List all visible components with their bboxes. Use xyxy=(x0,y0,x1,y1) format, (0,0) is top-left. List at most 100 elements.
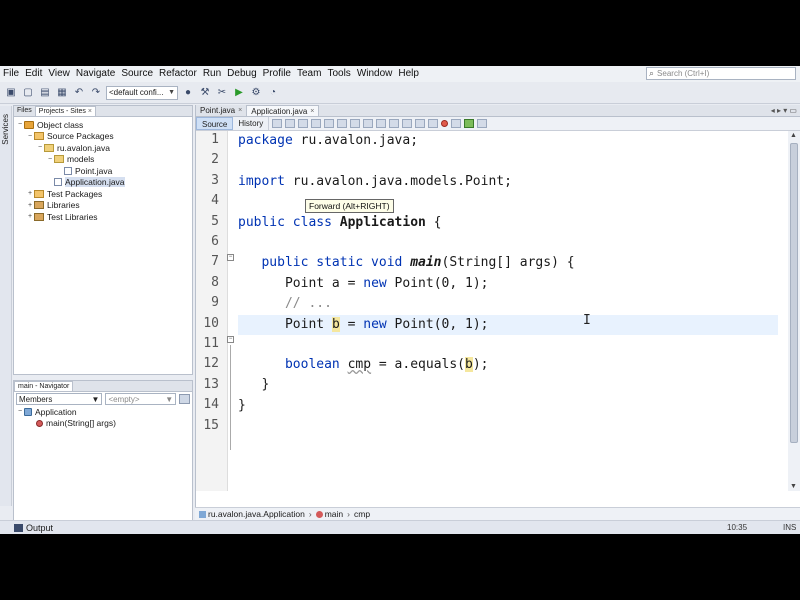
chevron-down-icon: ▼ xyxy=(168,89,175,96)
members-select[interactable]: Members ▼ xyxy=(16,393,103,405)
menu-view[interactable]: View xyxy=(45,66,73,82)
new-file-icon[interactable]: ▢ xyxy=(21,86,35,100)
toggle-bookmark-icon[interactable] xyxy=(402,119,413,128)
output-button[interactable]: Output xyxy=(0,523,53,533)
menu-profile[interactable]: Profile xyxy=(260,66,294,82)
line-number: 4 xyxy=(211,193,219,209)
filter-select[interactable]: <empty> ▼ xyxy=(105,393,177,405)
menu-source[interactable]: Source xyxy=(118,66,156,82)
collapse-icon[interactable]: − xyxy=(36,144,44,151)
menu-run[interactable]: Run xyxy=(200,66,224,82)
tree-item[interactable]: Point.java xyxy=(14,165,192,177)
menu-refactor[interactable]: Refactor xyxy=(156,66,200,82)
menu-window[interactable]: Window xyxy=(354,66,396,82)
stop-macro-icon[interactable] xyxy=(451,119,462,128)
clean-build-icon[interactable]: ✂ xyxy=(215,86,229,100)
shift-left-icon[interactable] xyxy=(415,119,426,128)
tree-item[interactable]: main(String[] args) xyxy=(14,418,192,430)
source-view-button[interactable]: Source xyxy=(196,117,234,130)
tree-item[interactable]: Application.java xyxy=(14,177,192,189)
tab-application-java-label: Application.java xyxy=(251,106,308,116)
tree-item[interactable]: − Application xyxy=(14,406,192,418)
search-placeholder: Search (Ctrl+I) xyxy=(657,69,710,78)
filter-value: <empty> xyxy=(108,394,140,404)
tree-item[interactable]: + Libraries xyxy=(14,200,192,212)
line-number: 6 xyxy=(211,234,219,249)
tab-files[interactable]: Files xyxy=(14,106,35,116)
collapse-icon[interactable]: − xyxy=(26,133,34,140)
tree-item[interactable]: − Object class xyxy=(14,119,192,131)
tab-controls-icon[interactable]: ◂ ▸ ▾ ▭ xyxy=(771,106,797,115)
navigator-title[interactable]: main - Navigator xyxy=(14,381,74,391)
toggle-selection-icon[interactable] xyxy=(363,119,374,128)
tab-projects[interactable]: Projects - Sites × xyxy=(34,106,96,116)
close-icon[interactable]: × xyxy=(88,108,92,115)
scroll-thumb[interactable] xyxy=(790,143,798,443)
menu-edit[interactable]: Edit xyxy=(22,66,45,82)
debug-icon[interactable]: ⚙ xyxy=(249,86,263,100)
insert-mode: INS xyxy=(783,523,797,532)
expand-icon[interactable]: + xyxy=(26,202,34,209)
comment-icon[interactable] xyxy=(464,119,475,128)
close-icon[interactable]: × xyxy=(238,105,242,116)
tree-item[interactable]: − Source Packages xyxy=(14,131,192,143)
menu-navigate[interactable]: Navigate xyxy=(73,66,118,82)
tree-item[interactable]: + Test Libraries xyxy=(14,211,192,223)
run-icon[interactable]: ▶ xyxy=(232,86,246,100)
open-project-icon[interactable]: ▤ xyxy=(38,86,52,100)
breadcrumb-method[interactable]: main xyxy=(315,509,343,519)
menu-debug[interactable]: Debug xyxy=(224,66,259,82)
new-project-icon[interactable]: ▣ xyxy=(4,86,18,100)
build-icon[interactable]: ⚒ xyxy=(198,86,212,100)
line-number-gutter: 1 2 3 4 5 6 7 8 9 10 11 12 13 14 15 xyxy=(196,131,228,491)
tree-item-label: Point.java xyxy=(75,165,113,176)
collapse-icon[interactable]: − xyxy=(46,156,54,163)
tree-item[interactable]: − ru.avalon.java xyxy=(14,142,192,154)
collapse-icon[interactable]: − xyxy=(16,408,24,415)
next-bookmark-icon[interactable] xyxy=(389,119,400,128)
uncomment-icon[interactable] xyxy=(477,119,488,128)
menu-tools[interactable]: Tools xyxy=(324,66,353,82)
shift-right-icon[interactable] xyxy=(428,119,439,128)
menu-file[interactable]: File xyxy=(0,66,22,82)
toggle-highlight-icon[interactable] xyxy=(350,119,361,128)
fold-main-icon[interactable]: − xyxy=(227,336,234,343)
expand-icon[interactable]: + xyxy=(26,190,34,197)
profile-icon[interactable]: ◔ xyxy=(266,86,280,100)
expand-icon[interactable]: + xyxy=(26,213,34,220)
search-icon: ⌕ xyxy=(649,68,655,78)
scroll-up-icon[interactable]: ▲ xyxy=(790,132,797,139)
tree-item-label: main(String[] args) xyxy=(46,418,116,429)
find-previous-icon[interactable] xyxy=(324,119,335,128)
find-next-icon[interactable] xyxy=(337,119,348,128)
last-edit-icon[interactable] xyxy=(272,119,283,128)
tab-application-java[interactable]: Application.java × xyxy=(246,105,320,117)
save-all-icon[interactable]: ▦ xyxy=(55,86,69,100)
previous-bookmark-icon[interactable] xyxy=(376,119,387,128)
start-macro-icon[interactable] xyxy=(441,120,449,127)
filter-options-icon[interactable] xyxy=(179,394,190,404)
find-icon[interactable] xyxy=(311,119,322,128)
collapse-icon[interactable]: − xyxy=(16,121,24,128)
back-icon[interactable] xyxy=(285,119,296,128)
breadcrumb-variable[interactable]: cmp xyxy=(354,509,370,519)
undo-icon[interactable]: ↶ xyxy=(72,86,86,100)
close-icon[interactable]: × xyxy=(310,106,314,117)
services-strip[interactable]: Services xyxy=(0,106,12,506)
tree-item[interactable]: − models xyxy=(14,154,192,166)
tab-point-java[interactable]: Point.java × xyxy=(196,105,246,116)
tree-item[interactable]: + Test Packages xyxy=(14,188,192,200)
fold-import-icon[interactable]: − xyxy=(227,254,234,261)
search-box[interactable]: ⌕ Search (Ctrl+I) xyxy=(646,67,796,80)
menu-team[interactable]: Team xyxy=(294,66,324,82)
browser-icon[interactable]: ● xyxy=(181,86,195,100)
redo-icon[interactable]: ↷ xyxy=(89,86,103,100)
scroll-down-icon[interactable]: ▼ xyxy=(790,483,797,490)
history-view-button[interactable]: History xyxy=(233,117,270,130)
config-select[interactable]: <default confi... ▼ xyxy=(106,85,178,100)
menu-help[interactable]: Help xyxy=(395,66,422,82)
code-area[interactable]: package ru.avalon.java; import ru.avalon… xyxy=(238,131,778,491)
forward-icon[interactable] xyxy=(298,119,309,128)
vertical-scrollbar[interactable]: ▲ ▼ xyxy=(788,131,800,491)
breadcrumb-class[interactable]: ru.avalon.java.Application xyxy=(199,509,305,519)
